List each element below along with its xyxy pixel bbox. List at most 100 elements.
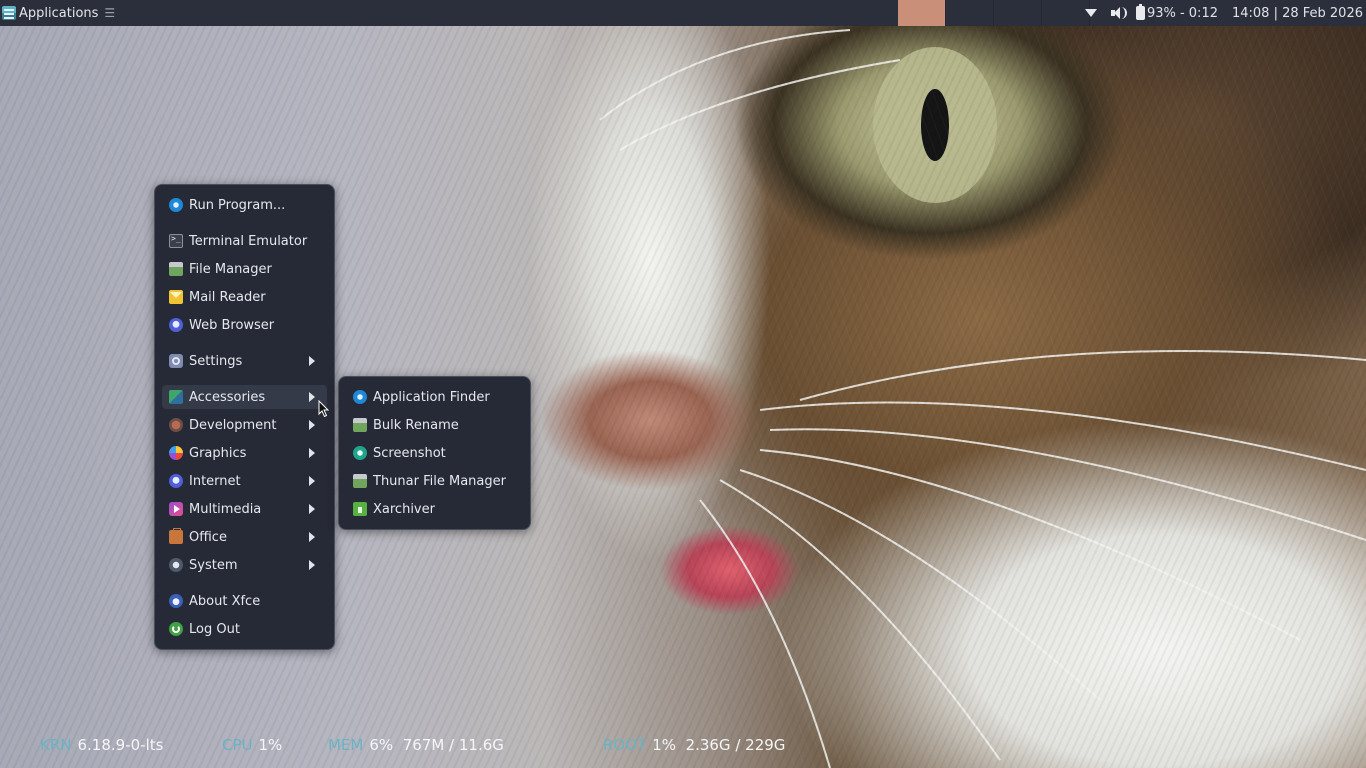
applications-menu: Run Program... Terminal Emulator File Ma…	[154, 184, 335, 650]
menu-item-internet[interactable]: Internet	[162, 469, 327, 493]
run-icon	[169, 198, 183, 212]
menu-item-label: Multimedia	[189, 501, 262, 517]
workspace-3[interactable]	[994, 0, 1042, 26]
menu-item-label: File Manager	[189, 261, 272, 277]
menu-item-office[interactable]: Office	[162, 525, 327, 549]
accessories-submenu: Application Finder Bulk Rename Screensho…	[338, 376, 531, 530]
menu-item-label: System	[189, 557, 238, 573]
menu-item-label: Mail Reader	[189, 289, 266, 305]
menu-item-multimedia[interactable]: Multimedia	[162, 497, 327, 521]
menu-item-label: Office	[189, 529, 227, 545]
accessories-icon	[169, 390, 183, 404]
menu-item-label: Terminal Emulator	[189, 233, 308, 249]
submenu-arrow-icon	[309, 356, 315, 366]
system-tray: 93% - 0:12 14:08 | 28 Feb 2026	[1078, 0, 1366, 26]
wifi-icon[interactable]	[1084, 6, 1098, 20]
archive-icon	[353, 502, 367, 516]
office-icon	[169, 528, 183, 544]
menu-item-graphics[interactable]: Graphics	[162, 441, 327, 465]
menu-item-development[interactable]: Development	[162, 413, 327, 437]
menu-item-label: Graphics	[189, 445, 247, 461]
menu-item-label: Screenshot	[373, 445, 446, 461]
battery-status[interactable]: 93% - 0:12	[1147, 6, 1218, 21]
workspace-switcher	[898, 0, 1090, 26]
multimedia-icon	[169, 502, 183, 516]
logout-icon	[169, 622, 183, 636]
screenshot-icon	[353, 446, 367, 460]
search-icon	[353, 390, 367, 404]
folder-icon	[353, 474, 367, 488]
terminal-icon	[169, 234, 183, 248]
settings-icon	[169, 354, 183, 368]
mouse-cursor-icon	[318, 400, 330, 418]
workspace-1[interactable]	[898, 0, 946, 26]
menu-item-label: Run Program...	[189, 197, 286, 213]
menu-item-label: Accessories	[189, 389, 266, 405]
stat-value: 6% 767M / 11.6G	[369, 736, 504, 754]
xfce-icon	[169, 594, 183, 608]
menu-item-label: Application Finder	[373, 389, 490, 405]
root-disk-stat: ROOT 1% 2.36G / 229G	[603, 736, 785, 754]
stat-value: 6.18.9-0-lts	[77, 736, 164, 754]
menu-item-terminal-emulator[interactable]: Terminal Emulator	[162, 229, 327, 253]
menu-item-accessories[interactable]: Accessories	[162, 385, 327, 409]
menu-item-label: Xarchiver	[373, 501, 435, 517]
clock[interactable]: 14:08 | 28 Feb 2026	[1232, 6, 1363, 21]
applications-icon	[2, 6, 16, 20]
applications-menu-button[interactable]: Applications ☰	[0, 0, 118, 26]
submenu-arrow-icon	[309, 504, 315, 514]
menu-item-xarchiver[interactable]: Xarchiver	[346, 497, 523, 521]
mail-icon	[169, 290, 183, 304]
menu-item-about-xfce[interactable]: About Xfce	[162, 589, 327, 613]
submenu-arrow-icon	[309, 392, 315, 402]
menu-item-label: Bulk Rename	[373, 417, 459, 433]
menu-item-run-program[interactable]: Run Program...	[162, 193, 327, 217]
workspace-2[interactable]	[946, 0, 994, 26]
volume-icon[interactable]	[1110, 6, 1127, 20]
desktop[interactable]: Applications ☰ 93% - 0:12 14:08 | 28 Feb…	[0, 0, 1366, 768]
menu-item-thunar-file-manager[interactable]: Thunar File Manager	[346, 469, 523, 493]
submenu-arrow-icon	[309, 560, 315, 570]
menu-item-label: Web Browser	[189, 317, 275, 333]
kernel-stat: KRN 6.18.9-0-lts	[40, 736, 163, 754]
stat-key: KRN	[40, 736, 72, 754]
system-icon	[169, 558, 183, 572]
submenu-arrow-icon	[309, 448, 315, 458]
stat-value: 1% 2.36G / 229G	[652, 736, 786, 754]
menu-item-web-browser[interactable]: Web Browser	[162, 313, 327, 337]
stat-key: CPU	[222, 736, 253, 754]
menu-item-system[interactable]: System	[162, 553, 327, 577]
menu-item-label: Log Out	[189, 621, 240, 637]
submenu-arrow-icon	[309, 532, 315, 542]
menu-item-log-out[interactable]: Log Out	[162, 617, 327, 641]
system-monitor: KRN 6.18.9-0-lts CPU 1% MEM 6% 767M / 11.6G…	[0, 728, 1366, 768]
top-panel: Applications ☰ 93% - 0:12 14:08 | 28 Feb…	[0, 0, 1366, 26]
rename-icon	[353, 418, 367, 432]
menu-item-mail-reader[interactable]: Mail Reader	[162, 285, 327, 309]
menu-item-bulk-rename[interactable]: Bulk Rename	[346, 413, 523, 437]
menu-item-file-manager[interactable]: File Manager	[162, 257, 327, 281]
applications-label: Applications	[19, 5, 99, 21]
stat-key: ROOT	[603, 736, 647, 754]
internet-icon	[169, 474, 183, 488]
globe-icon	[169, 318, 183, 332]
menu-item-label: Thunar File Manager	[373, 473, 506, 489]
cpu-stat: CPU 1%	[222, 736, 282, 754]
menu-item-label: Settings	[189, 353, 243, 369]
menu-item-settings[interactable]: Settings	[162, 349, 327, 373]
stat-key: MEM	[328, 736, 364, 754]
menu-item-label: Development	[189, 417, 277, 433]
battery-icon[interactable]	[1135, 4, 1145, 20]
development-icon	[169, 418, 183, 432]
stat-value: 1%	[258, 736, 283, 754]
panel-handle[interactable]: ☰	[104, 6, 115, 20]
graphics-icon	[169, 446, 183, 460]
menu-item-label: About Xfce	[189, 593, 261, 609]
submenu-arrow-icon	[309, 476, 315, 486]
menu-item-application-finder[interactable]: Application Finder	[346, 385, 523, 409]
submenu-arrow-icon	[309, 420, 315, 430]
folder-icon	[169, 262, 183, 276]
memory-stat: MEM 6% 767M / 11.6G	[328, 736, 504, 754]
menu-item-label: Internet	[189, 473, 241, 489]
menu-item-screenshot[interactable]: Screenshot	[346, 441, 523, 465]
